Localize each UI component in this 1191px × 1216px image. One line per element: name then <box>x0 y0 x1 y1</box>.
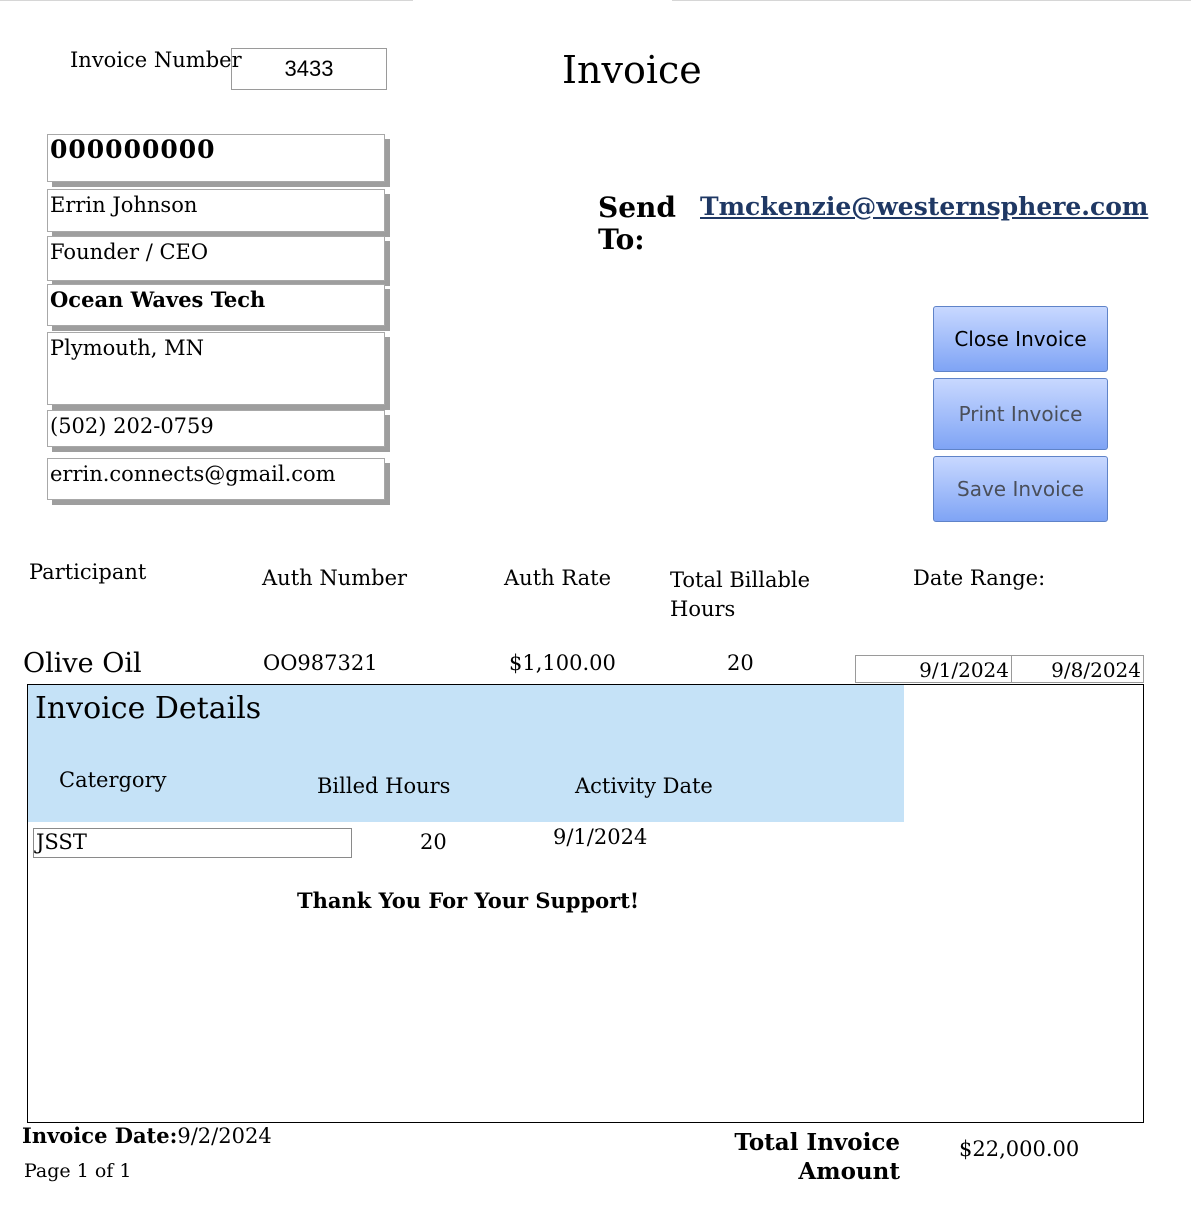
detail-row-hours: 20 <box>420 830 447 854</box>
col-total-billable-hours: Total Billable Hours <box>670 566 810 624</box>
invoice-date-value: 9/2/2024 <box>177 1124 272 1148</box>
detail-row-activity-date: 9/1/2024 <box>553 825 648 849</box>
page-indicator: Page 1 of 1 <box>24 1160 132 1182</box>
top-divider-left <box>0 0 413 1</box>
sender-email-field[interactable]: errin.connects@gmail.com <box>47 458 385 500</box>
col-auth-rate: Auth Rate <box>504 566 612 590</box>
col-date-range: Date Range: <box>913 566 1046 590</box>
total-label-line2: Amount <box>798 1158 900 1185</box>
sender-location-field[interactable]: Plymouth, MN <box>47 332 385 405</box>
record-total-hours: 20 <box>727 651 754 675</box>
page-title: Invoice <box>562 48 702 92</box>
record-auth-number: OO987321 <box>263 651 378 675</box>
sender-phone-field[interactable]: (502) 202-0759 <box>47 410 385 447</box>
invoice-details-panel: Invoice Details Catergory Billed Hours A… <box>27 684 1144 1123</box>
send-to-label: Send To: <box>598 192 676 256</box>
record-auth-rate: $1,100.00 <box>509 651 616 675</box>
thank-you-message: Thank You For Your Support! <box>297 888 640 913</box>
sender-company-field[interactable]: Ocean Waves Tech <box>47 284 385 326</box>
details-col-activity-date: Activity Date <box>575 774 713 798</box>
print-invoice-button[interactable]: Print Invoice <box>933 378 1108 450</box>
top-divider-right <box>672 0 1191 1</box>
total-invoice-amount-label: Total Invoice Amount <box>700 1128 900 1186</box>
invoice-date-label: Invoice Date: <box>22 1123 178 1148</box>
save-invoice-button[interactable]: Save Invoice <box>933 456 1108 522</box>
details-col-category: Catergory <box>59 768 167 792</box>
send-to-email-link[interactable]: Tmckenzie@westernsphere.com <box>700 192 1148 221</box>
sender-title-field[interactable]: Founder / CEO <box>47 236 385 281</box>
sender-name-field[interactable]: Errin Johnson <box>47 189 385 232</box>
col-participant: Participant <box>29 560 147 584</box>
col-total-billable-line2: Hours <box>670 597 736 621</box>
sender-id-field[interactable]: 000000000 <box>47 134 385 182</box>
col-auth-number: Auth Number <box>262 566 408 590</box>
invoice-number-label: Invoice Number <box>70 48 242 72</box>
detail-row-category-field[interactable]: JSST <box>33 828 352 858</box>
total-invoice-amount-value: $22,000.00 <box>959 1137 1080 1161</box>
details-col-billed-hours: Billed Hours <box>317 774 451 798</box>
invoice-number-field[interactable]: 3433 <box>231 48 387 90</box>
total-label-line1: Total Invoice <box>734 1129 900 1156</box>
date-range-start-field[interactable]: 9/1/2024 <box>855 655 1012 683</box>
close-invoice-button[interactable]: Close Invoice <box>933 306 1108 372</box>
invoice-date-row: Invoice Date:9/2/2024 <box>22 1123 272 1148</box>
col-total-billable-line1: Total Billable <box>670 568 811 592</box>
record-participant: Olive Oil <box>23 648 142 679</box>
send-to-label-line2: To: <box>598 223 645 256</box>
date-range-end-field[interactable]: 9/8/2024 <box>1011 655 1144 683</box>
invoice-details-title: Invoice Details <box>35 691 262 726</box>
send-to-label-line1: Send <box>598 191 676 224</box>
